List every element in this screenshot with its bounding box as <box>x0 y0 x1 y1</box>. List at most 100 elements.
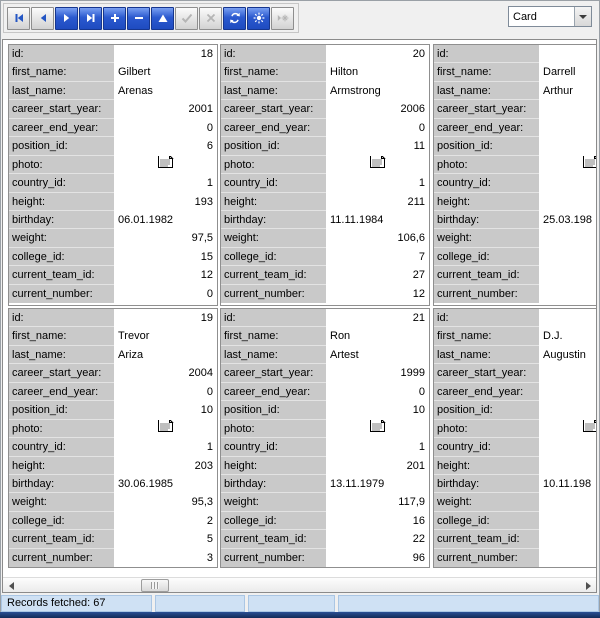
scroll-right-button[interactable] <box>580 578 596 593</box>
fetch-all-button[interactable] <box>247 7 270 30</box>
field-value[interactable]: 2 <box>114 512 217 530</box>
field-value[interactable] <box>539 229 597 247</box>
photo-thumbnail-icon[interactable] <box>369 420 386 438</box>
field-value[interactable] <box>114 156 217 174</box>
field-value[interactable]: 30.06.1985 <box>114 475 217 493</box>
last-record-button[interactable] <box>79 7 102 30</box>
post-edit-button[interactable] <box>175 7 198 30</box>
field-value[interactable]: 10 <box>326 401 429 419</box>
field-value[interactable]: 7 <box>326 248 429 266</box>
field-value[interactable]: 06.01.1982 <box>114 211 217 229</box>
field-value[interactable]: 203 <box>114 457 217 475</box>
next-record-button[interactable] <box>55 7 78 30</box>
field-value[interactable] <box>539 156 597 174</box>
edit-record-button[interactable] <box>151 7 174 30</box>
field-value[interactable]: Artest <box>326 346 429 364</box>
field-value[interactable] <box>539 285 597 303</box>
field-value[interactable] <box>539 457 597 475</box>
field-value[interactable]: 0 <box>114 285 217 303</box>
field-value[interactable] <box>326 420 429 438</box>
field-value[interactable] <box>539 420 597 438</box>
prior-record-button[interactable] <box>31 7 54 30</box>
field-value[interactable] <box>539 512 597 530</box>
field-value[interactable]: Darrell <box>539 63 597 81</box>
photo-thumbnail-icon[interactable] <box>582 420 597 438</box>
field-value[interactable]: 11 <box>326 137 429 155</box>
field-value[interactable]: 11.11.1984 <box>326 211 429 229</box>
horizontal-scrollbar[interactable] <box>3 577 596 592</box>
field-value[interactable] <box>539 174 597 192</box>
cancel-fetch-button[interactable] <box>271 7 294 30</box>
field-value[interactable]: 5 <box>114 530 217 548</box>
field-value[interactable]: Armstrong <box>326 82 429 100</box>
field-value[interactable]: 2006 <box>326 100 429 118</box>
field-value[interactable]: 0 <box>114 119 217 137</box>
scroll-left-button[interactable] <box>3 578 19 593</box>
field-value[interactable]: 25.03.198 <box>539 211 597 229</box>
field-value[interactable]: 27 <box>326 266 429 284</box>
field-value[interactable]: 12 <box>326 285 429 303</box>
field-value[interactable]: 0 <box>326 383 429 401</box>
field-value[interactable]: 12 <box>114 266 217 284</box>
field-value[interactable] <box>539 364 597 382</box>
photo-thumbnail-icon[interactable] <box>157 156 174 174</box>
field-value[interactable]: 117,9 <box>326 493 429 511</box>
field-value[interactable] <box>539 119 597 137</box>
field-value[interactable] <box>539 248 597 266</box>
field-value[interactable] <box>539 530 597 548</box>
photo-thumbnail-icon[interactable] <box>582 156 597 174</box>
scrollbar-thumb[interactable] <box>141 579 169 592</box>
photo-thumbnail-icon[interactable] <box>369 156 386 174</box>
field-value[interactable]: Arthur <box>539 82 597 100</box>
record-card[interactable]: id:19first_name:Trevorlast_name:Arizacar… <box>8 308 218 568</box>
field-value[interactable]: 21 <box>326 309 429 327</box>
field-value[interactable]: 19 <box>114 309 217 327</box>
field-value[interactable] <box>539 45 597 63</box>
field-value[interactable]: Augustin <box>539 346 597 364</box>
field-value[interactable]: 1999 <box>326 364 429 382</box>
delete-record-button[interactable] <box>127 7 150 30</box>
photo-thumbnail-icon[interactable] <box>157 420 174 438</box>
field-value[interactable] <box>539 137 597 155</box>
field-value[interactable]: 6 <box>114 137 217 155</box>
record-card[interactable]: id:20first_name:Hiltonlast_name:Armstron… <box>220 44 430 306</box>
view-mode-combobox[interactable]: Card <box>508 6 592 27</box>
field-value[interactable]: D.J. <box>539 327 597 345</box>
field-value[interactable]: 211 <box>326 193 429 211</box>
field-value[interactable] <box>539 193 597 211</box>
record-card[interactable]: id:first_name:D.J.last_name:Augustincare… <box>433 308 597 568</box>
field-value[interactable]: Hilton <box>326 63 429 81</box>
field-value[interactable]: 201 <box>326 457 429 475</box>
field-value[interactable]: 15 <box>114 248 217 266</box>
field-value[interactable]: 2004 <box>114 364 217 382</box>
field-value[interactable]: Trevor <box>114 327 217 345</box>
record-card[interactable]: id:first_name:Darrelllast_name:Arthurcar… <box>433 44 597 306</box>
field-value[interactable]: 0 <box>114 383 217 401</box>
field-value[interactable]: 106,6 <box>326 229 429 247</box>
field-value[interactable] <box>114 420 217 438</box>
cancel-edit-button[interactable] <box>199 7 222 30</box>
field-value[interactable] <box>539 438 597 456</box>
field-value[interactable]: 1 <box>114 438 217 456</box>
field-value[interactable]: Arenas <box>114 82 217 100</box>
field-value[interactable]: 16 <box>326 512 429 530</box>
combo-dropdown-button[interactable] <box>574 7 591 26</box>
field-value[interactable]: Ron <box>326 327 429 345</box>
field-value[interactable]: 18 <box>114 45 217 63</box>
insert-record-button[interactable] <box>103 7 126 30</box>
record-card[interactable]: id:21first_name:Ronlast_name:Artestcaree… <box>220 308 430 568</box>
field-value[interactable]: 1 <box>114 174 217 192</box>
field-value[interactable]: 3 <box>114 549 217 567</box>
field-value[interactable] <box>539 266 597 284</box>
field-value[interactable] <box>539 309 597 327</box>
record-card[interactable]: id:18first_name:Gilbertlast_name:Arenasc… <box>8 44 218 306</box>
field-value[interactable]: 2001 <box>114 100 217 118</box>
field-value[interactable]: 10.11.198 <box>539 475 597 493</box>
field-value[interactable] <box>539 100 597 118</box>
field-value[interactable] <box>539 493 597 511</box>
field-value[interactable]: 1 <box>326 438 429 456</box>
field-value[interactable] <box>326 156 429 174</box>
field-value[interactable]: 22 <box>326 530 429 548</box>
field-value[interactable]: 193 <box>114 193 217 211</box>
field-value[interactable]: Ariza <box>114 346 217 364</box>
